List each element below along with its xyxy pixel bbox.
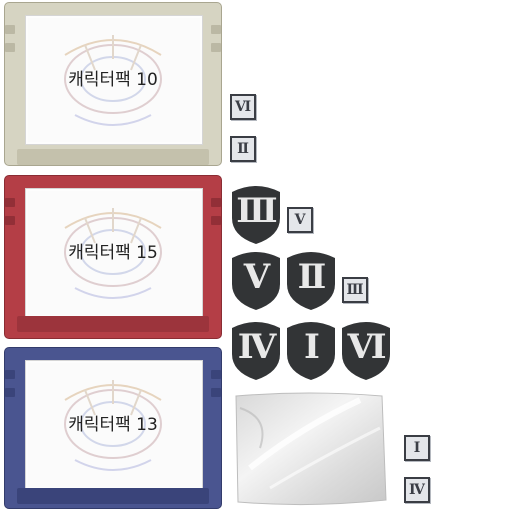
numeral-shield-4[interactable]: Ⅳ xyxy=(228,316,284,382)
numeral-shield-6[interactable]: Ⅵ xyxy=(338,316,394,382)
shield-numeral: Ⅱ xyxy=(297,257,327,297)
cartridge-grip xyxy=(5,370,15,379)
numeral-badge-2[interactable]: Ⅱ xyxy=(230,136,256,162)
numeral-shield-1[interactable]: Ⅰ xyxy=(283,316,339,382)
plastic-wrapper-icon[interactable] xyxy=(230,388,390,510)
cartridge-pack-15[interactable]: 캐릭터팩 15 xyxy=(4,175,222,339)
cartridge-grip xyxy=(211,198,221,207)
cartridge-bottom-ridge xyxy=(17,488,209,504)
cartridge-title: 캐릭터팩 10 xyxy=(68,69,158,90)
numeral-badge-3[interactable]: Ⅲ xyxy=(342,277,368,303)
cartridge-grip xyxy=(5,25,15,34)
cartridge-grip xyxy=(5,216,15,225)
cartridge-grip xyxy=(211,388,221,397)
shield-numeral: Ⅵ xyxy=(347,327,386,367)
cartridge-title: 캐릭터팩 15 xyxy=(68,242,158,263)
numeral-badge-1[interactable]: Ⅰ xyxy=(404,435,430,461)
shield-numeral: Ⅲ xyxy=(236,191,277,231)
cartridge-bottom-ridge xyxy=(17,316,209,332)
cartridge-grip xyxy=(211,216,221,225)
cartridge-grip xyxy=(211,43,221,52)
cartridge-pack-10[interactable]: 캐릭터팩 10 xyxy=(4,2,222,166)
cartridge-title: 캐릭터팩 13 xyxy=(68,414,158,435)
cartridge-grip xyxy=(5,198,15,207)
shield-numeral: Ⅳ xyxy=(237,327,277,367)
cartridge-grip xyxy=(5,388,15,397)
shield-numeral: Ⅴ xyxy=(243,257,270,297)
numeral-shield-2[interactable]: Ⅱ xyxy=(283,246,339,312)
cartridge-grip xyxy=(5,43,15,52)
numeral-shield-5[interactable]: Ⅴ xyxy=(228,246,284,312)
numeral-badge-4[interactable]: Ⅳ xyxy=(404,477,430,503)
shield-numeral: Ⅰ xyxy=(304,327,320,367)
cartridge-grip xyxy=(211,25,221,34)
cartridge-bottom-ridge xyxy=(17,149,209,165)
numeral-shield-3[interactable]: Ⅲ xyxy=(228,180,284,246)
numeral-badge-6[interactable]: Ⅵ xyxy=(230,94,256,120)
cartridge-pack-13[interactable]: 캐릭터팩 13 xyxy=(4,347,222,509)
cartridge-grip xyxy=(211,370,221,379)
numeral-badge-5[interactable]: Ⅴ xyxy=(287,207,313,233)
